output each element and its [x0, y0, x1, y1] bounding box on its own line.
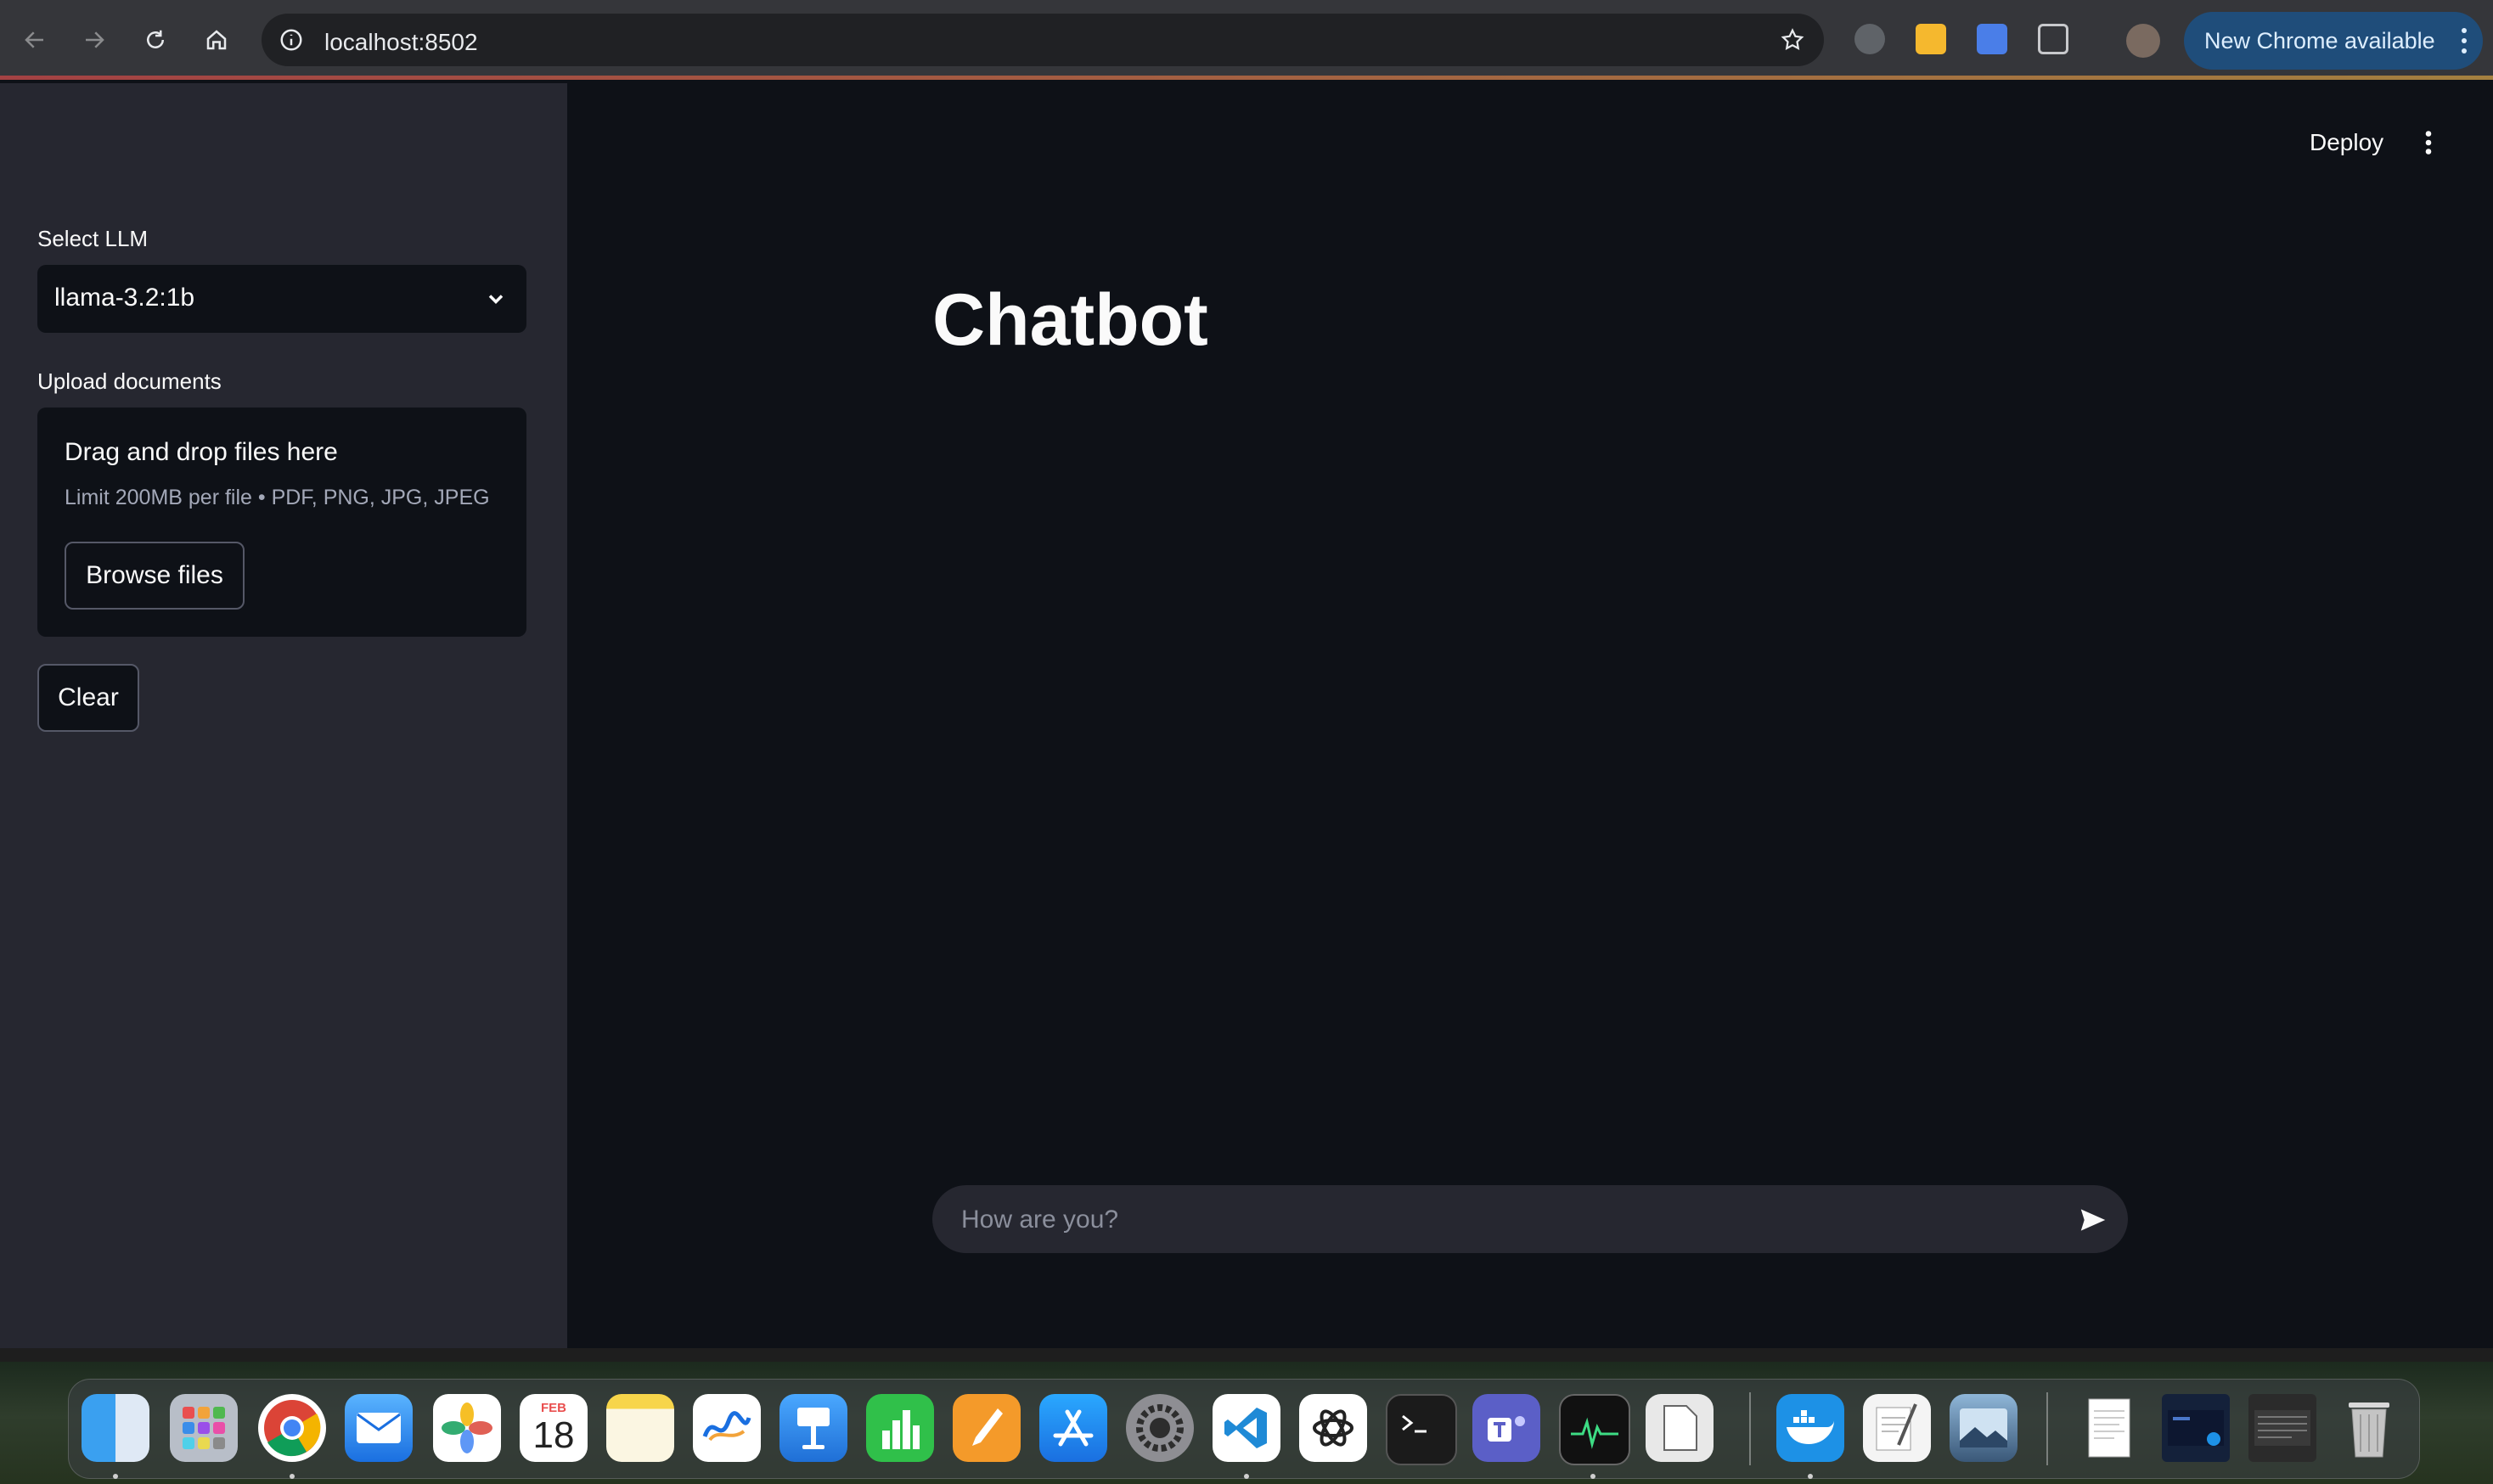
window-thumbnail-icon[interactable] — [2248, 1394, 2316, 1462]
running-indicator — [290, 1474, 295, 1479]
update-chip-label: New Chrome available — [2204, 27, 2435, 53]
envelope-icon — [357, 1413, 401, 1443]
app-store-a-icon — [1053, 1409, 1094, 1447]
select-llm-label: Select LLM — [37, 226, 149, 251]
loading-accent-line — [0, 76, 2493, 80]
chevron-down-icon — [488, 295, 504, 304]
back-button[interactable] — [14, 19, 56, 61]
terminal-icon[interactable] — [1386, 1394, 1457, 1465]
system-settings-icon[interactable] — [1126, 1394, 1194, 1462]
chatgpt-knot-icon — [1313, 1409, 1353, 1447]
preview-image-icon[interactable] — [1950, 1394, 2017, 1462]
browse-files-button[interactable]: Browse files — [65, 542, 245, 610]
gear-icon — [1136, 1404, 1184, 1452]
app-store-icon[interactable] — [1039, 1394, 1107, 1462]
chatgpt-icon[interactable] — [1299, 1394, 1367, 1462]
chat-input[interactable]: How are you? — [932, 1185, 2128, 1253]
home-icon — [206, 30, 227, 50]
numbers-icon[interactable] — [866, 1394, 934, 1462]
llm-select-value: llama-3.2:1b — [54, 284, 195, 312]
screen-window-icon[interactable] — [2162, 1394, 2230, 1462]
vscode-icon[interactable] — [1213, 1394, 1280, 1462]
chrome-logo-icon — [264, 1400, 321, 1457]
podium-icon — [797, 1408, 830, 1449]
pencil-icon — [972, 1408, 1003, 1446]
extensions-puzzle-icon[interactable] — [2038, 24, 2068, 54]
teams-icon[interactable] — [1472, 1394, 1540, 1462]
pages-icon[interactable] — [953, 1394, 1021, 1462]
url-text: localhost:8502 — [324, 29, 478, 55]
textedit-icon[interactable] — [1863, 1394, 1931, 1462]
launchpad-grid-icon — [183, 1407, 225, 1449]
home-button[interactable] — [195, 19, 238, 61]
site-info-icon[interactable] — [279, 27, 304, 53]
document-icon — [2088, 1398, 2130, 1458]
editor-status-strip — [0, 1348, 2493, 1362]
image-icon — [1960, 1408, 2007, 1447]
running-indicator — [1808, 1474, 1813, 1479]
notes-icon[interactable] — [606, 1394, 674, 1462]
window-grid-icon — [2254, 1410, 2310, 1446]
send-icon[interactable] — [2077, 1204, 2109, 1236]
forward-arrow-icon — [86, 31, 104, 48]
profile-avatar[interactable] — [2126, 24, 2160, 58]
calendar-day: 18 — [532, 1414, 575, 1456]
running-indicator — [113, 1474, 118, 1479]
docker-whale-icon — [1787, 1410, 1834, 1444]
launchpad-icon[interactable] — [170, 1394, 238, 1462]
deploy-button[interactable]: Deploy — [2310, 129, 2383, 156]
activity-graph-icon — [1571, 1417, 1618, 1449]
back-arrow-icon — [25, 31, 43, 48]
main-menu-icon[interactable] — [2413, 127, 2444, 158]
dropzone-limit-text: Limit 200MB per file • PDF, PNG, JPG, JP… — [65, 486, 490, 509]
finder-icon[interactable] — [82, 1394, 149, 1462]
chrome-menu-icon[interactable] — [2461, 27, 2468, 54]
reload-icon — [147, 30, 164, 48]
docker-icon[interactable] — [1776, 1394, 1844, 1462]
textedit-pen-icon — [1876, 1403, 1917, 1451]
running-indicator — [1590, 1474, 1595, 1479]
dock-separator — [2046, 1392, 2048, 1465]
chat-input-placeholder: How are you? — [961, 1206, 1119, 1234]
main-content — [567, 83, 2493, 1348]
calendar-icon[interactable]: FEB 18 — [520, 1394, 588, 1462]
upload-documents-label: Upload documents — [37, 368, 222, 394]
dock-separator — [1749, 1392, 1751, 1465]
activity-monitor-icon[interactable] — [1559, 1394, 1630, 1465]
clear-button[interactable]: Clear — [37, 664, 139, 732]
trash-icon[interactable] — [2335, 1394, 2403, 1462]
new-chrome-available-button[interactable]: New Chrome available — [2184, 12, 2483, 70]
browser-toolbar: localhost:8502 New Chrome available — [0, 0, 2493, 80]
freeform-icon[interactable] — [693, 1394, 761, 1462]
reload-button[interactable] — [134, 19, 177, 61]
extension-translate-icon[interactable] — [1977, 24, 2007, 54]
chrome-icon[interactable] — [258, 1394, 326, 1462]
llm-select[interactable]: llama-3.2:1b — [37, 265, 526, 333]
preview-icon[interactable] — [1646, 1394, 1714, 1462]
dropzone-title: Drag and drop files here — [65, 438, 338, 466]
window-thumbnail-icon — [2168, 1410, 2224, 1446]
address-bar[interactable]: localhost:8502 — [262, 14, 1824, 66]
bookmark-star-icon[interactable] — [1780, 27, 1805, 53]
freeform-squiggle-icon — [702, 1411, 751, 1442]
terminal-prompt-icon — [1402, 1414, 1427, 1433]
extension-keep-icon[interactable] — [1916, 24, 1946, 54]
bar-chart-icon — [882, 1410, 920, 1449]
page-title: Chatbot — [932, 279, 1208, 361]
extension-glasses-icon[interactable] — [1854, 24, 1885, 54]
trash-can-icon — [2349, 1402, 2389, 1458]
running-indicator — [1244, 1474, 1249, 1479]
document-stack-icon[interactable] — [2075, 1394, 2143, 1462]
keynote-icon[interactable] — [779, 1394, 847, 1462]
teams-logo-icon — [1488, 1416, 1525, 1442]
vscode-logo-icon — [1224, 1408, 1267, 1448]
document-icon — [1663, 1405, 1697, 1451]
photos-flower-icon — [442, 1402, 492, 1453]
mail-icon[interactable] — [345, 1394, 413, 1462]
photos-icon[interactable] — [433, 1394, 501, 1462]
forward-button[interactable] — [73, 19, 115, 61]
